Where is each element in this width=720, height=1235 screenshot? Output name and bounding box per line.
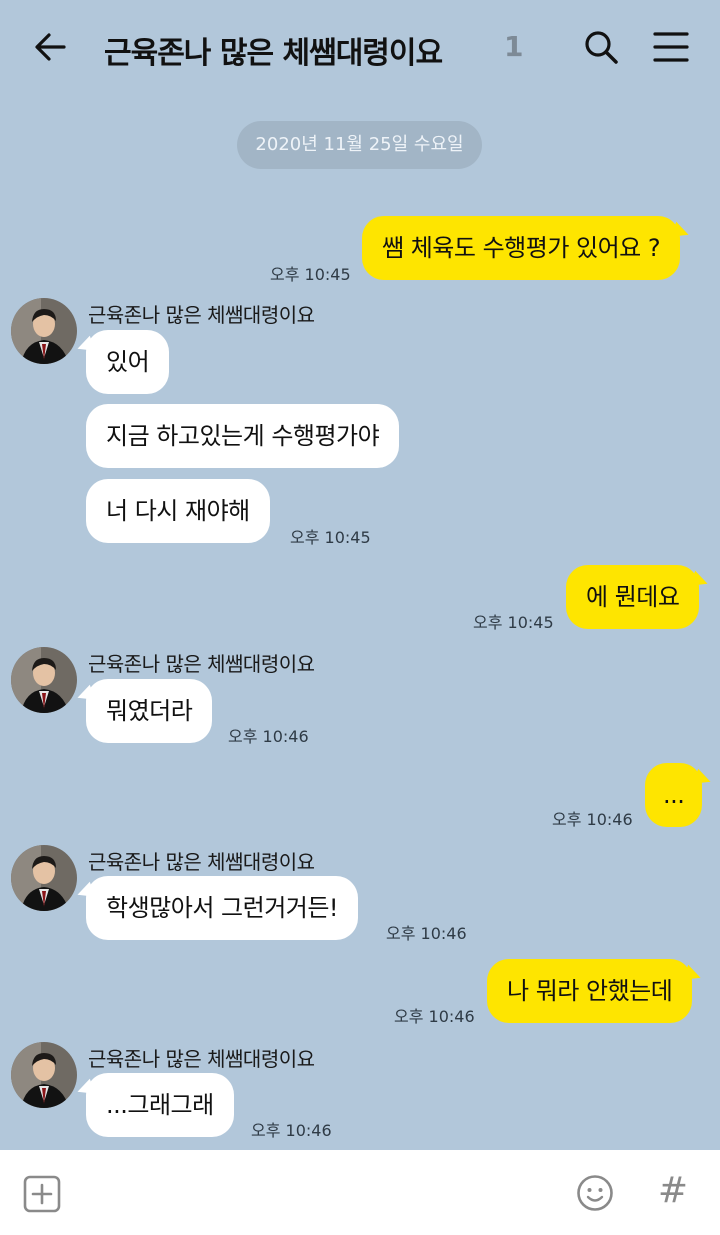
emoji-icon[interactable] bbox=[576, 1174, 614, 1212]
avatar[interactable] bbox=[11, 845, 77, 911]
date-divider: 2020년 11월 25일 수요일 bbox=[237, 121, 482, 169]
avatar[interactable] bbox=[11, 1042, 77, 1108]
back-arrow-icon[interactable] bbox=[30, 27, 70, 67]
sender-name: 근육존나 많은 체쌤대령이요 bbox=[88, 652, 315, 676]
outgoing-message-bubble[interactable]: ... bbox=[645, 763, 703, 827]
hashtag-button[interactable]: # bbox=[656, 1168, 690, 1214]
outgoing-message-bubble[interactable]: 쌤 체육도 수행평가 있어요 ? bbox=[362, 216, 681, 280]
search-icon[interactable] bbox=[581, 27, 621, 67]
plus-square-icon[interactable] bbox=[23, 1175, 61, 1213]
chat-title: 근육존나 많은 체쌤대령이요 bbox=[104, 36, 443, 71]
incoming-message-bubble[interactable]: 너 다시 재야해 bbox=[86, 479, 270, 543]
chat-header: 근육존나 많은 체쌤대령이요 1 bbox=[0, 0, 720, 95]
hamburger-menu-icon[interactable] bbox=[652, 29, 690, 65]
outgoing-message-bubble[interactable]: 에 뭔데요 bbox=[566, 565, 700, 629]
message-time: 오후 10:46 bbox=[394, 1007, 475, 1026]
avatar[interactable] bbox=[11, 647, 77, 713]
incoming-message-bubble[interactable]: 있어 bbox=[86, 330, 170, 394]
message-time: 오후 10:45 bbox=[290, 528, 371, 547]
message-time: 오후 10:46 bbox=[386, 924, 467, 943]
sender-name: 근육존나 많은 체쌤대령이요 bbox=[88, 1047, 315, 1071]
outgoing-message-bubble[interactable]: 나 뭐라 안했는데 bbox=[487, 959, 693, 1023]
message-time: 오후 10:45 bbox=[270, 265, 351, 284]
avatar[interactable] bbox=[11, 298, 77, 364]
incoming-message-bubble[interactable]: 뭐였더라 bbox=[86, 679, 213, 743]
message-time: 오후 10:46 bbox=[228, 727, 309, 746]
message-time: 오후 10:45 bbox=[473, 613, 554, 632]
member-count: 1 bbox=[504, 30, 524, 63]
incoming-message-bubble[interactable]: 지금 하고있는게 수행평가야 bbox=[86, 404, 400, 468]
sender-name: 근육존나 많은 체쌤대령이요 bbox=[88, 303, 315, 327]
incoming-message-bubble[interactable]: 학생많아서 그런거거든! bbox=[86, 876, 359, 940]
incoming-message-bubble[interactable]: ...그래그래 bbox=[86, 1073, 234, 1137]
message-time: 오후 10:46 bbox=[251, 1121, 332, 1140]
message-time: 오후 10:46 bbox=[552, 810, 633, 829]
sender-name: 근육존나 많은 체쌤대령이요 bbox=[88, 850, 315, 874]
